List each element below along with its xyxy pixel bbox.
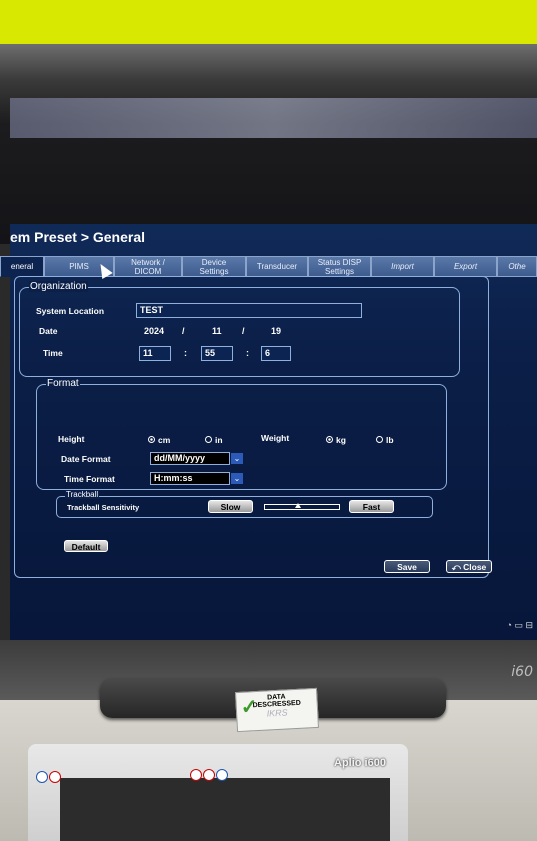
save-button[interactable]: Save <box>384 560 430 573</box>
tab-status-disp-settings[interactable]: Status DISP Settings <box>308 256 371 277</box>
height-cm-radio[interactable] <box>148 436 155 443</box>
tab-transducer[interactable]: Transducer <box>246 256 308 277</box>
default-button[interactable]: Default <box>64 540 108 552</box>
format-legend: Format <box>46 378 80 389</box>
time-format-label: Time Format <box>64 474 115 484</box>
close-button-label: Close <box>463 562 487 572</box>
sensitivity-slider-thumb[interactable] <box>295 503 301 508</box>
height-in-radio[interactable] <box>205 436 212 443</box>
date-day[interactable]: 19 <box>271 326 281 336</box>
chevron-down-icon[interactable]: ⌄ <box>231 473 243 484</box>
time-separator: : <box>184 348 187 358</box>
prohibition-icon <box>190 769 202 781</box>
weight-lb-radio[interactable] <box>376 436 383 443</box>
height-in-label: in <box>215 435 223 445</box>
slow-button[interactable]: Slow <box>208 500 253 513</box>
manual-icon <box>216 769 228 781</box>
prohibition-icon <box>203 769 215 781</box>
date-separator: / <box>182 326 185 336</box>
organization-legend: Organization <box>29 281 88 292</box>
time-label: Time <box>43 348 63 358</box>
background-wall <box>0 0 537 48</box>
trackball-sensitivity-label: Trackball Sensitivity <box>67 503 140 512</box>
tab-import[interactable]: Import <box>371 256 434 277</box>
tab-export[interactable]: Export <box>434 256 497 277</box>
system-location-label: System Location <box>36 306 105 316</box>
date-month[interactable]: 11 <box>212 326 222 336</box>
weight-label: Weight <box>261 433 290 443</box>
model-logo: i60 <box>511 664 533 680</box>
date-separator: / <box>242 326 245 336</box>
check-icon: ✓ <box>240 696 259 719</box>
weight-lb-label: lb <box>386 435 394 445</box>
date-format-label: Date Format <box>61 454 111 464</box>
touch-panel-screen <box>60 778 390 841</box>
date-label: Date <box>39 326 58 336</box>
tab-general[interactable]: eneral <box>0 256 44 277</box>
weight-kg-label: kg <box>336 435 346 445</box>
height-cm-label: cm <box>158 435 171 445</box>
fast-button[interactable]: Fast <box>349 500 394 513</box>
trackball-legend: Trackball <box>65 490 100 499</box>
close-button[interactable]: ⤺ Close <box>446 560 492 573</box>
time-format-select[interactable]: H:mm:ss <box>150 472 230 485</box>
time-second-input[interactable]: 6 <box>261 346 291 361</box>
screen-reflection <box>10 98 537 138</box>
warning-symbols-left <box>36 770 62 788</box>
time-hour-input[interactable]: 11 <box>139 346 171 361</box>
prohibition-icon <box>49 771 61 783</box>
sensitivity-slider-track[interactable] <box>264 504 340 510</box>
tab-other[interactable]: Othe <box>497 256 537 277</box>
time-minute-input[interactable]: 55 <box>201 346 233 361</box>
cart-brand-label: Aplio i600 <box>334 757 386 769</box>
taskbar-icons: ◔ ▭ ⊟ <box>506 620 533 630</box>
manual-icon <box>36 771 48 783</box>
date-year[interactable]: 2024 <box>144 326 164 336</box>
time-separator: : <box>246 348 249 358</box>
tab-device-settings[interactable]: Device Settings <box>182 256 246 277</box>
system-location-input[interactable]: TEST <box>136 303 362 318</box>
tab-network-dicom[interactable]: Network / DICOM <box>114 256 182 277</box>
warning-symbols-right <box>190 768 229 786</box>
chevron-down-icon[interactable]: ⌄ <box>231 453 243 464</box>
date-format-select[interactable]: dd/MM/yyyy <box>150 452 230 465</box>
weight-kg-radio[interactable] <box>326 436 333 443</box>
height-label: Height <box>58 434 85 444</box>
data-sticker: ✓ DATA DESCRESSED IKRS <box>235 687 319 733</box>
organization-group <box>19 287 460 377</box>
back-arrow-icon: ⤺ <box>451 562 464 572</box>
monitor-top-bezel <box>0 44 537 244</box>
page-title: em Preset > General <box>10 229 146 245</box>
